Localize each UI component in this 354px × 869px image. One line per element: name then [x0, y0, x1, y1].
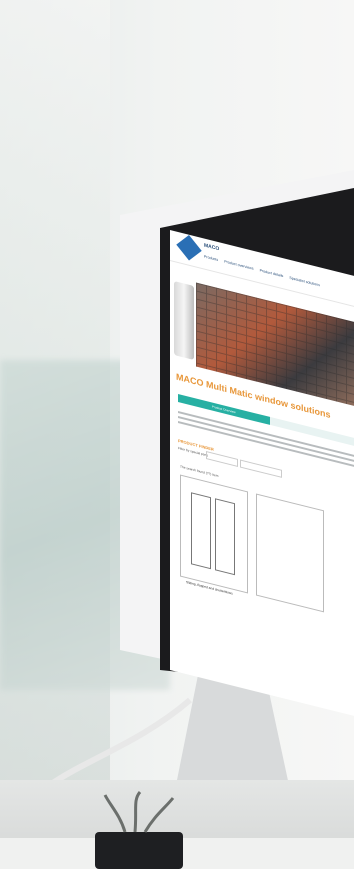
nav-item-details[interactable]: Product details [260, 268, 284, 278]
nav-item-overviews[interactable]: Product overviews [224, 260, 253, 271]
nav-item-products[interactable]: Products [204, 254, 218, 262]
photo-scene: MACO Products Product overviews Product … [0, 0, 354, 869]
pot-body [95, 832, 183, 869]
window-handle-image [174, 280, 194, 360]
monitor-screen: MACO Products Product overviews Product … [170, 230, 354, 716]
maco-logo-icon [176, 235, 202, 261]
filter-select[interactable] [206, 450, 238, 467]
nav-item-specialist[interactable]: Specialist solutions [289, 276, 320, 288]
brand-name: MACO [204, 242, 220, 253]
drawing-sash-left [191, 492, 211, 570]
drawing-sash-right [215, 498, 235, 576]
technical-drawing-1[interactable] [180, 474, 248, 594]
plant-stems [103, 791, 175, 833]
technical-drawing-2[interactable] [256, 493, 324, 613]
size-select[interactable] [240, 459, 282, 478]
plant-pot [95, 791, 183, 869]
